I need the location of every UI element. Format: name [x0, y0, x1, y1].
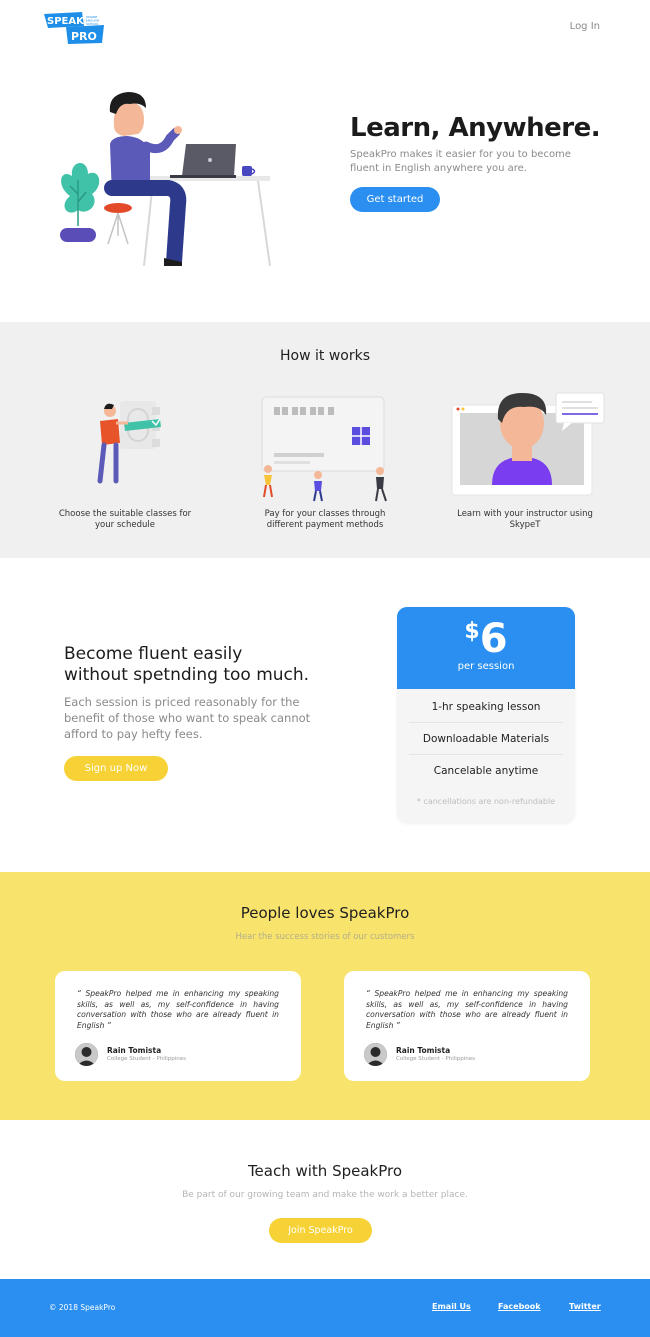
price-currency: $	[464, 619, 480, 644]
avatar	[75, 1043, 98, 1066]
pricing-text-block: Become fluent easily without spetnding t…	[64, 644, 364, 781]
testimonial-name: Rain Tomista	[107, 1046, 162, 1055]
price-value: 6	[479, 616, 508, 662]
how-step-payment: Pay for your classes through different p…	[240, 377, 410, 531]
hero-illustration-person-at-desk	[48, 76, 288, 270]
avatar	[364, 1043, 387, 1066]
get-started-button[interactable]: Get started	[350, 187, 440, 212]
site-header: SPEAK PRO ONLINE ENGLISH SCHOOL Log In	[0, 0, 650, 56]
testimonial-quote: “ SpeakPro helped me in enhancing my spe…	[366, 989, 568, 1030]
price-note: * cancellations are non-refundable	[416, 797, 556, 806]
logo-bottom-text: PRO	[71, 30, 97, 43]
svg-text:SCHOOL: SCHOOL	[86, 22, 99, 26]
choose-classes-caption: Choose the suitable classes for your sch…	[58, 509, 192, 530]
price-card: $6 per session 1-hr speaking lesson Down…	[397, 607, 575, 823]
hero-section: Learn, Anywhere. SpeakPro makes it easie…	[0, 56, 650, 322]
testimonial-card: “ SpeakPro helped me in enhancing my spe…	[55, 971, 301, 1081]
pricing-section: Become fluent easily without spetnding t…	[0, 558, 650, 872]
hero-title: Learn, Anywhere.	[350, 113, 601, 143]
pricing-title-line2: without spetnding too much.	[64, 665, 310, 685]
payment-card-illustration	[240, 377, 410, 505]
testimonials-subtitle: Hear the success stories of our customer…	[235, 932, 415, 942]
learn-caption: Learn with your instructor using SkypeT	[457, 509, 593, 530]
price-card-header: $6 per session	[397, 607, 575, 689]
copyright-text: © 2018 SpeakPro	[49, 1303, 116, 1312]
testimonial-role: College Student - Philippines	[396, 1056, 476, 1062]
price-per-session: per session	[457, 661, 515, 672]
footer-link-facebook[interactable]: Facebook	[498, 1302, 541, 1311]
price-feature-list: 1-hr speaking lesson Downloadable Materi…	[397, 689, 575, 787]
payment-caption: Pay for your classes through different p…	[264, 509, 386, 530]
testimonials-section: People loves SpeakPro Hear the success s…	[0, 872, 650, 1120]
price-amount: $6	[397, 607, 575, 661]
testimonials-title: People loves SpeakPro	[240, 904, 410, 922]
footer-link-twitter[interactable]: Twitter	[569, 1302, 601, 1311]
price-feature-item: Downloadable Materials	[409, 723, 563, 755]
choose-classes-illustration	[40, 377, 210, 505]
how-step-choose-classes: Choose the suitable classes for your sch…	[40, 377, 210, 531]
logo-top-text: SPEAK	[47, 16, 85, 27]
teach-subtitle: Be part of our growing team and make the…	[182, 1190, 468, 1200]
price-feature-item: 1-hr speaking lesson	[409, 691, 563, 723]
how-it-works-section: How it works Choose the suitable classes…	[0, 322, 650, 558]
pricing-description: Each session is priced reasonably for th…	[64, 695, 311, 741]
price-feature-item: Cancelable anytime	[433, 765, 539, 777]
how-it-works-title: How it works	[280, 348, 370, 364]
testimonial-author: Rain Tomista College Student - Philippin…	[364, 1043, 564, 1067]
testimonial-author: Rain Tomista College Student - Philippin…	[75, 1043, 275, 1067]
footer-link-email[interactable]: Email Us	[432, 1302, 471, 1311]
teach-title: Teach with SpeakPro	[247, 1162, 403, 1180]
testimonial-card: “ SpeakPro helped me in enhancing my spe…	[344, 971, 590, 1081]
login-link[interactable]: Log In	[570, 21, 600, 32]
video-call-illustration	[440, 377, 610, 505]
teach-section: Teach with SpeakPro Be part of our growi…	[0, 1120, 650, 1279]
join-speakpro-button[interactable]: Join SpeakPro	[269, 1218, 372, 1243]
sign-up-now-button[interactable]: Sign up Now	[64, 756, 168, 781]
testimonial-quote: “ SpeakPro helped me in enhancing my spe…	[77, 989, 279, 1030]
how-step-learn: Learn with your instructor using SkypeT	[440, 377, 610, 531]
site-footer: © 2018 SpeakPro Email Us Facebook Twitte…	[0, 1279, 650, 1337]
pricing-title-line1: Become fluent easily	[64, 644, 243, 664]
hero-subtitle: SpeakPro makes it easier for you to beco…	[350, 149, 571, 174]
hero-text-block: Learn, Anywhere. SpeakPro makes it easie…	[350, 114, 630, 212]
testimonial-name: Rain Tomista	[396, 1046, 451, 1055]
speakpro-logo[interactable]: SPEAK PRO ONLINE ENGLISH SCHOOL	[42, 10, 106, 46]
testimonial-role: College Student - Philippines	[107, 1056, 187, 1062]
